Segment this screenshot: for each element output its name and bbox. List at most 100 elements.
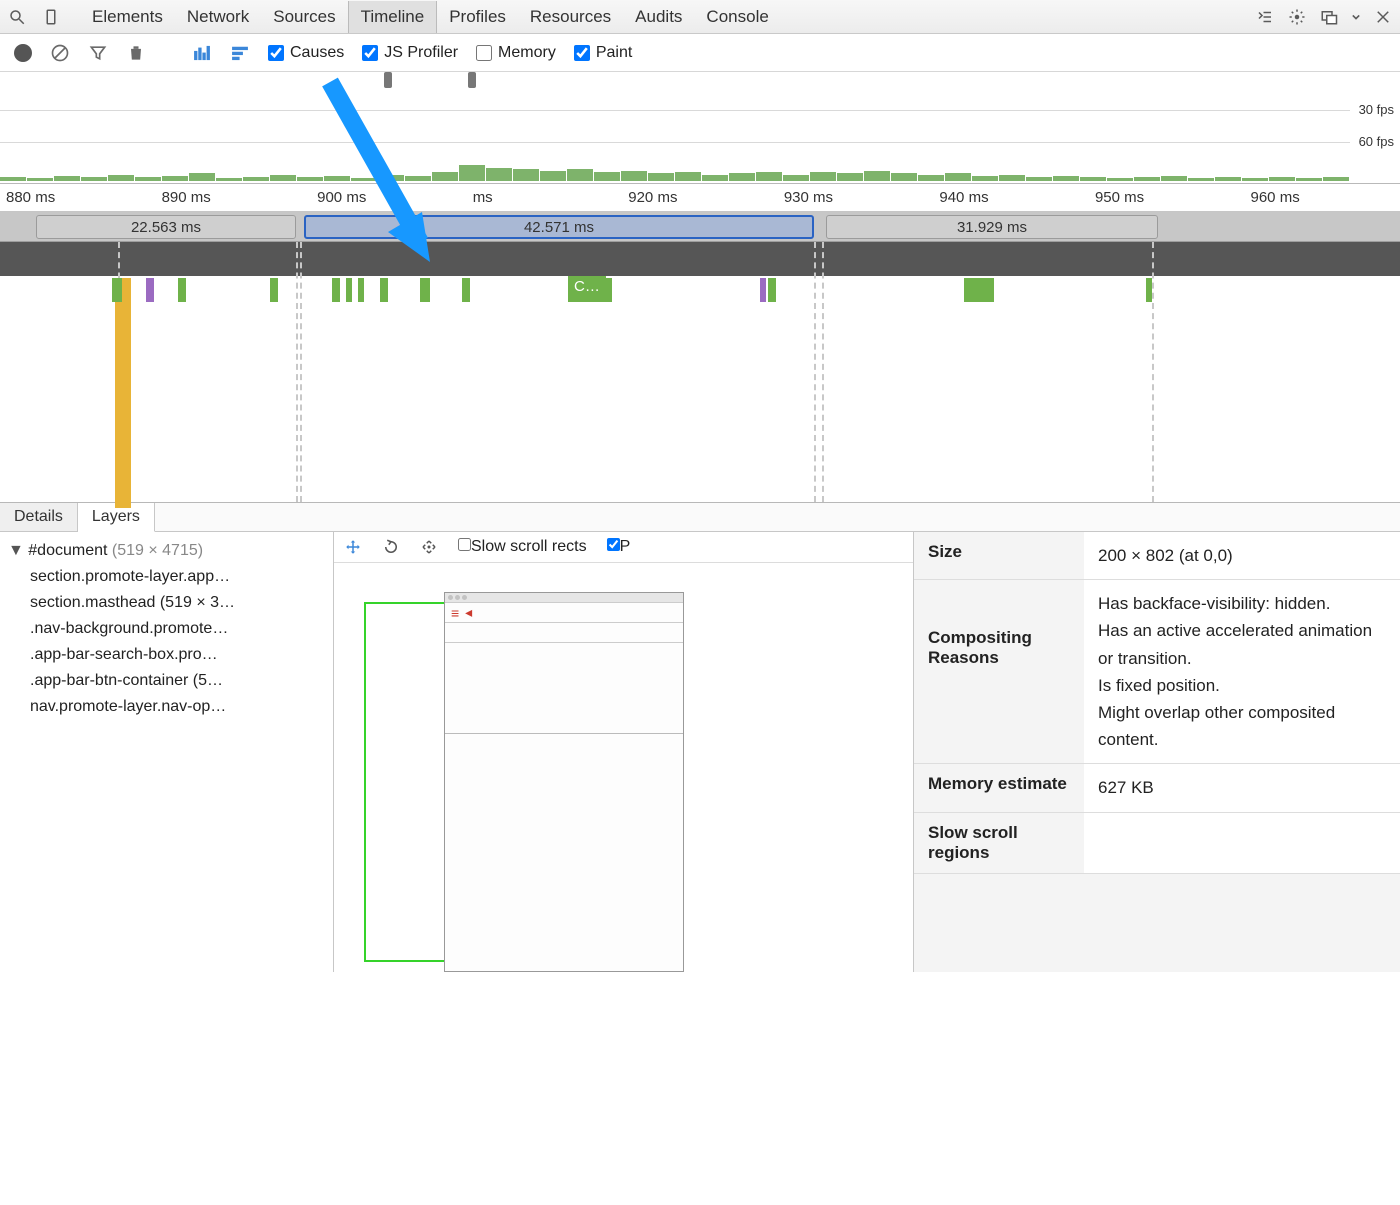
flame-chart[interactable]: C… [0, 242, 1400, 502]
dock-icon[interactable] [1320, 8, 1338, 26]
tab-audits[interactable]: Audits [623, 1, 694, 33]
page-layer[interactable]: ≡◂ [444, 592, 684, 972]
flame-event[interactable] [420, 278, 430, 302]
memory-checkbox[interactable]: Memory [476, 44, 556, 62]
reset-icon[interactable] [420, 538, 438, 556]
ruler-tick: 930 ms [778, 184, 934, 211]
bottom-panel: Details Layers #document (519 × 4715) se… [0, 502, 1400, 972]
flame-scripting[interactable] [115, 278, 131, 508]
overview-panel[interactable]: 30 fps 60 fps [0, 72, 1400, 184]
flame-event[interactable] [768, 278, 776, 302]
layer-properties: Size 200 × 802 (at 0,0) Compositing Reas… [914, 532, 1400, 972]
frame-boundary [300, 242, 302, 502]
tree-root[interactable]: #document (519 × 4715) [8, 538, 325, 564]
fps-line-60 [0, 142, 1350, 143]
ruler-tick: 880 ms [0, 184, 156, 211]
flag-icon: ◂ [465, 604, 472, 621]
preview-toolbar: Slow scroll rects P [334, 532, 913, 563]
tab-console[interactable]: Console [694, 1, 780, 33]
ruler-tick: ms [467, 184, 623, 211]
fps-30-label: 30 fps [1359, 102, 1394, 117]
tree-root-name: #document [28, 542, 107, 559]
drawer-icon[interactable] [1256, 8, 1274, 26]
tree-item[interactable]: .app-bar-btn-container (5… [8, 668, 325, 694]
flame-event[interactable] [380, 278, 388, 302]
selected-layer-outline[interactable] [364, 602, 454, 962]
preview-canvas[interactable]: ≡◂ [364, 592, 893, 962]
tab-resources[interactable]: Resources [518, 1, 623, 33]
layer-preview[interactable]: Slow scroll rects P ≡◂ [334, 532, 914, 972]
memory-label: Memory [498, 44, 556, 62]
tab-details[interactable]: Details [0, 503, 78, 531]
flame-event[interactable] [346, 278, 352, 302]
prop-ssr-key: Slow scroll regions [914, 813, 1084, 873]
tab-timeline[interactable]: Timeline [348, 1, 438, 33]
tab-sources[interactable]: Sources [261, 1, 347, 33]
compositing-reason: Might overlap other composited content. [1098, 699, 1386, 753]
devtools-tab-bar: Elements Network Sources Timeline Profil… [0, 0, 1400, 34]
tree-item[interactable]: section.masthead (519 × 3… [8, 590, 325, 616]
dock-chevron-icon[interactable] [1352, 8, 1360, 26]
flame-event[interactable] [146, 278, 154, 302]
device-icon[interactable] [42, 8, 60, 26]
frame-boundary [822, 242, 824, 502]
truncated-label: P [620, 538, 631, 555]
fps-line-30 [0, 110, 1350, 111]
search-icon[interactable] [8, 8, 26, 26]
frame-row[interactable]: 22.563 ms42.571 ms31.929 ms [0, 212, 1400, 242]
frame[interactable]: 22.563 ms [36, 215, 296, 239]
frames-view-icon[interactable] [192, 43, 212, 63]
slow-scroll-checkbox[interactable]: Slow scroll rects [458, 538, 587, 556]
flame-event-label[interactable]: C… [568, 276, 606, 297]
tree-item[interactable]: .app-bar-search-box.pro… [8, 642, 325, 668]
garbage-icon[interactable] [126, 43, 146, 63]
causes-checkbox[interactable]: Causes [268, 44, 344, 62]
js-profiler-checkbox[interactable]: JS Profiler [362, 44, 458, 62]
flame-event[interactable] [1146, 278, 1152, 302]
tab-elements[interactable]: Elements [80, 1, 175, 33]
compositing-reason: Has an active accelerated animation or t… [1098, 617, 1386, 671]
flame-event[interactable] [462, 278, 470, 302]
ruler-tick: 940 ms [933, 184, 1089, 211]
rotate-icon[interactable] [382, 538, 400, 556]
flame-event[interactable] [178, 278, 186, 302]
js-profiler-label: JS Profiler [384, 44, 458, 62]
flame-event[interactable] [760, 278, 766, 302]
flame-header-band [0, 242, 1400, 276]
prop-mem-val: 627 KB [1084, 764, 1400, 811]
gear-icon[interactable] [1288, 8, 1306, 26]
pan-icon[interactable] [344, 538, 362, 556]
overview-marker[interactable] [468, 72, 476, 88]
time-ruler: 880 ms890 ms900 msms920 ms930 ms940 ms95… [0, 184, 1400, 212]
slow-scroll-label: Slow scroll rects [471, 538, 587, 555]
flame-event[interactable] [112, 278, 122, 302]
tab-network[interactable]: Network [175, 1, 261, 33]
truncated-checkbox[interactable]: P [607, 538, 631, 556]
flame-view-icon[interactable] [230, 43, 250, 63]
compositing-reason: Is fixed position. [1098, 672, 1386, 699]
filter-icon[interactable] [88, 43, 108, 63]
menu-icon: ≡ [451, 605, 459, 621]
flame-event[interactable] [270, 278, 278, 302]
clear-icon[interactable] [50, 43, 70, 63]
flame-event[interactable] [358, 278, 364, 302]
layers-tree[interactable]: #document (519 × 4715) section.promote-l… [0, 532, 334, 972]
causes-label: Causes [290, 44, 344, 62]
prop-comp-key: Compositing Reasons [914, 580, 1084, 763]
flame-event[interactable] [332, 278, 340, 302]
bottom-tabs: Details Layers [0, 503, 1400, 532]
close-icon[interactable] [1374, 8, 1392, 26]
tree-item[interactable]: nav.promote-layer.nav-op… [8, 694, 325, 720]
compositing-reason: Has backface-visibility: hidden. [1098, 590, 1386, 617]
paint-label: Paint [596, 44, 632, 62]
record-button[interactable] [14, 44, 32, 62]
annotation-arrow-icon [310, 72, 450, 272]
flame-event[interactable] [964, 278, 994, 302]
frame[interactable]: 31.929 ms [826, 215, 1158, 239]
tab-profiles[interactable]: Profiles [437, 1, 518, 33]
ruler-tick: 890 ms [156, 184, 312, 211]
paint-checkbox[interactable]: Paint [574, 44, 632, 62]
tree-item[interactable]: .nav-background.promote… [8, 616, 325, 642]
tree-item[interactable]: section.promote-layer.app… [8, 564, 325, 590]
frame-boundary [296, 242, 298, 502]
